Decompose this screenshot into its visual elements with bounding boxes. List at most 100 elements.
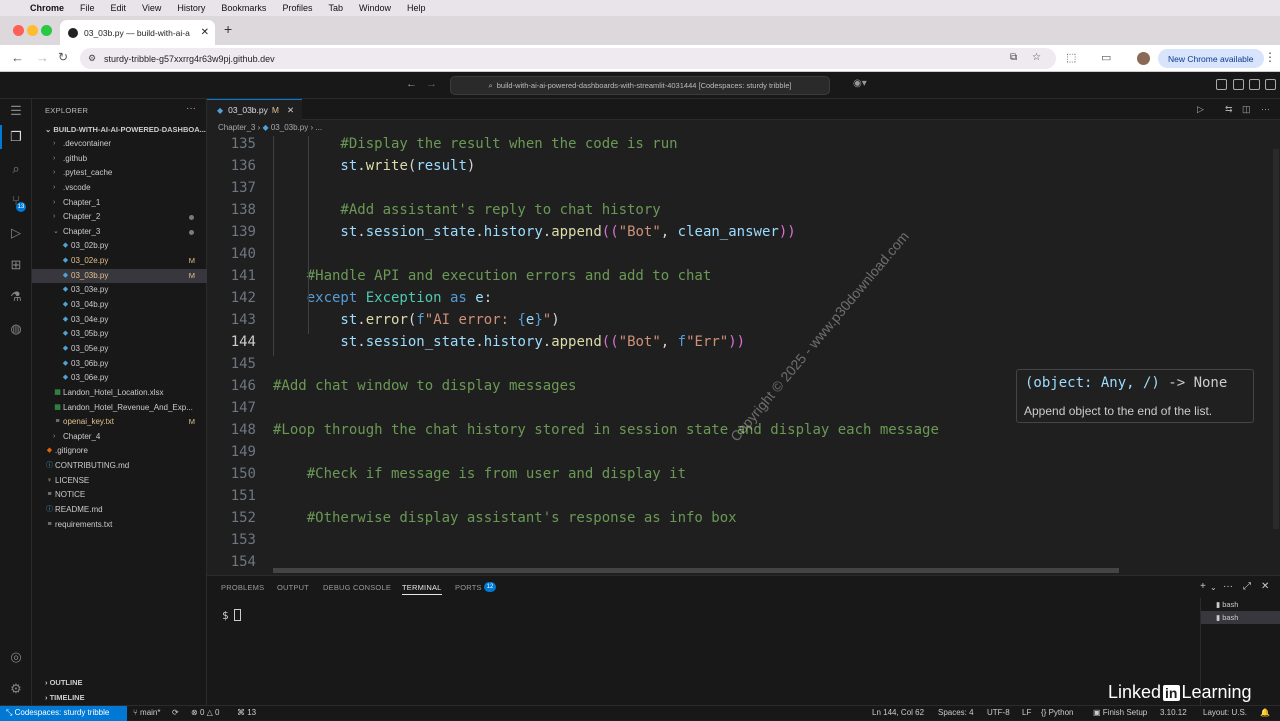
new-tab-button[interactable]: +	[224, 21, 232, 37]
close-tab-icon[interactable]: ✕	[201, 27, 209, 38]
toggle-panel-icon[interactable]	[1233, 79, 1244, 90]
code-line[interactable]: st.session_state.history.append(("Bot", …	[273, 224, 795, 240]
menu-profiles[interactable]: Profiles	[282, 3, 312, 13]
testing-icon[interactable]: ⚗	[8, 289, 24, 305]
command-center[interactable]: ⌕ build-with-ai-ai-powered-dashboards-wi…	[450, 76, 830, 95]
run-file-icon[interactable]: ▷	[1197, 104, 1204, 115]
tree-file[interactable]: ▦ Landon_Hotel_Location.xlsx	[32, 386, 207, 401]
breadcrumb-file[interactable]: 03_03b.py	[271, 123, 308, 132]
breadcrumb-symbol[interactable]: ...	[315, 123, 322, 132]
tree-folder[interactable]: › Chapter_1	[32, 196, 207, 211]
tree-file[interactable]: ≡ NOTICE	[32, 488, 207, 503]
branch-indicator[interactable]: ⑂ main*	[133, 708, 160, 717]
tab-problems[interactable]: PROBLEMS	[221, 583, 264, 592]
tree-file[interactable]: ≡ openai_key.txt M	[32, 415, 207, 430]
menu-bookmarks[interactable]: Bookmarks	[221, 3, 266, 13]
zoom-window-button[interactable]	[41, 25, 52, 36]
code-line[interactable]: #Add chat window to display messages	[273, 378, 576, 394]
install-app-icon[interactable]: ⧉	[1010, 52, 1017, 63]
code-line[interactable]: st.error(f"AI error: {e}")	[273, 312, 559, 328]
reload-icon[interactable]: ↻	[58, 50, 68, 64]
panel-more-icon[interactable]: ···	[1223, 581, 1233, 592]
tree-folder[interactable]: › .github	[32, 152, 207, 167]
code-line[interactable]: #Handle API and execution errors and add…	[273, 268, 712, 284]
forward-icon[interactable]: →	[36, 50, 49, 65]
back-icon[interactable]: ←	[11, 50, 24, 65]
finish-setup[interactable]: ▣ Finish Setup	[1093, 708, 1147, 717]
keyboard-layout[interactable]: Layout: U.S.	[1203, 708, 1247, 717]
remote-indicator[interactable]: ⤡ Codespaces: sturdy tribble	[0, 706, 127, 721]
toggle-secondary-sidebar-icon[interactable]	[1249, 79, 1260, 90]
new-chrome-available-button[interactable]: New Chrome available	[1158, 49, 1264, 68]
horizontal-scrollbar[interactable]	[273, 568, 1119, 573]
tree-folder[interactable]: › Chapter_2	[32, 210, 207, 225]
editor-more-icon[interactable]: ···	[1261, 104, 1270, 114]
search-view-icon[interactable]: ⌕	[8, 161, 24, 177]
tree-file[interactable]: ◆ 03_03b.py M	[32, 268, 207, 284]
project-root[interactable]: ⌄ BUILD-WITH-AI-AI-POWERED-DASHBOA...	[32, 123, 207, 137]
timeline-section[interactable]: › TIMELINE	[32, 691, 207, 705]
run-debug-icon[interactable]: ▷	[8, 225, 24, 241]
tree-file[interactable]: ⓘ README.md	[32, 503, 207, 518]
code-line[interactable]: #Add assistant's reply to chat history	[273, 202, 660, 218]
tree-file[interactable]: ≡ requirements.txt	[32, 518, 207, 533]
python-version[interactable]: 3.10.12	[1160, 708, 1187, 717]
sync-icon[interactable]: ⟳	[172, 708, 179, 717]
encoding[interactable]: UTF-8	[987, 708, 1010, 717]
tree-file[interactable]: ◆ 03_06e.py	[32, 371, 207, 386]
breadcrumb-folder[interactable]: Chapter_3	[218, 123, 255, 132]
explorer-icon[interactable]: ❐	[8, 129, 24, 145]
tree-file[interactable]: ◆ 03_05e.py	[32, 342, 207, 357]
end-of-line[interactable]: LF	[1022, 708, 1031, 717]
code-line[interactable]: #Loop through the chat history stored in…	[273, 422, 939, 438]
extensions-view-icon[interactable]: ⊞	[8, 257, 24, 273]
profile-avatar[interactable]	[1137, 52, 1150, 65]
tree-file[interactable]: ◆ 03_06b.py	[32, 357, 207, 372]
split-editor-icon[interactable]: ◫	[1242, 104, 1251, 115]
chevron-down-icon[interactable]: ⌄	[1210, 583, 1217, 592]
tree-folder[interactable]: › .pytest_cache	[32, 166, 207, 181]
site-info-icon[interactable]: ⚙	[88, 53, 96, 64]
open-changes-icon[interactable]: ⇆	[1225, 104, 1233, 115]
tree-file[interactable]: ⓘ CONTRIBUTING.md	[32, 459, 207, 474]
tab-terminal[interactable]: TERMINAL	[402, 583, 442, 595]
tree-file[interactable]: ◆ 03_03e.py	[32, 283, 207, 298]
tree-folder[interactable]: › .devcontainer	[32, 137, 207, 152]
bookmark-star-icon[interactable]: ☆	[1032, 52, 1041, 63]
menu-tab[interactable]: Tab	[328, 3, 343, 13]
tree-file[interactable]: ▦ Landon_Hotel_Revenue_And_Exp...	[32, 401, 207, 416]
close-panel-icon[interactable]: ✕	[1261, 581, 1269, 592]
outline-section[interactable]: › OUTLINE	[32, 676, 207, 690]
tree-file[interactable]: ◆ 03_05b.py	[32, 327, 207, 342]
code-line[interactable]: except Exception as e:	[273, 290, 492, 306]
tree-file[interactable]: ♀ LICENSE	[32, 474, 207, 489]
toggle-sidebar-icon[interactable]	[1216, 79, 1227, 90]
chrome-menu-icon[interactable]: ⋮	[1264, 50, 1276, 64]
code-line[interactable]: st.session_state.history.append(("Bot", …	[273, 334, 745, 350]
browser-tab[interactable]: 03_03b.py — build-with-ai-a ✕	[60, 20, 215, 45]
language-mode[interactable]: {} Python	[1041, 708, 1073, 717]
tree-file[interactable]: ◆ 03_02b.py	[32, 239, 207, 254]
tree-file[interactable]: ◆ 03_02e.py M	[32, 254, 207, 269]
address-bar[interactable]: ⚙ sturdy-tribble-g57xxrrg4r63w9pj.github…	[80, 48, 1056, 69]
go-back-icon[interactable]: ←	[406, 78, 417, 90]
minimize-window-button[interactable]	[27, 25, 38, 36]
tree-folder[interactable]: › Chapter_4	[32, 430, 207, 445]
code-line[interactable]: #Otherwise display assistant's response …	[273, 510, 737, 526]
manage-gear-icon[interactable]: ⚙	[8, 681, 24, 697]
tree-file[interactable]: ◆ 03_04b.py	[32, 298, 207, 313]
tree-file[interactable]: ◆ .gitignore	[32, 444, 207, 459]
tab-output[interactable]: OUTPUT	[277, 583, 309, 592]
copilot-icon[interactable]: ◉▾	[853, 78, 867, 89]
indentation[interactable]: Spaces: 4	[938, 708, 974, 717]
explorer-more-icon[interactable]: ···	[186, 103, 196, 114]
menu-history[interactable]: History	[177, 3, 205, 13]
code-line[interactable]: #Check if message is from user and displ…	[273, 466, 686, 482]
problems-indicator[interactable]: ⊗ 0 △ 0	[191, 708, 219, 717]
vertical-scrollbar[interactable]	[1273, 149, 1279, 529]
menu-edit[interactable]: Edit	[111, 3, 127, 13]
go-forward-icon[interactable]: →	[426, 78, 437, 90]
code-line[interactable]: #Display the result when the code is run	[273, 136, 677, 152]
close-window-button[interactable]	[13, 25, 24, 36]
code-line[interactable]: st.write(result)	[273, 158, 475, 174]
